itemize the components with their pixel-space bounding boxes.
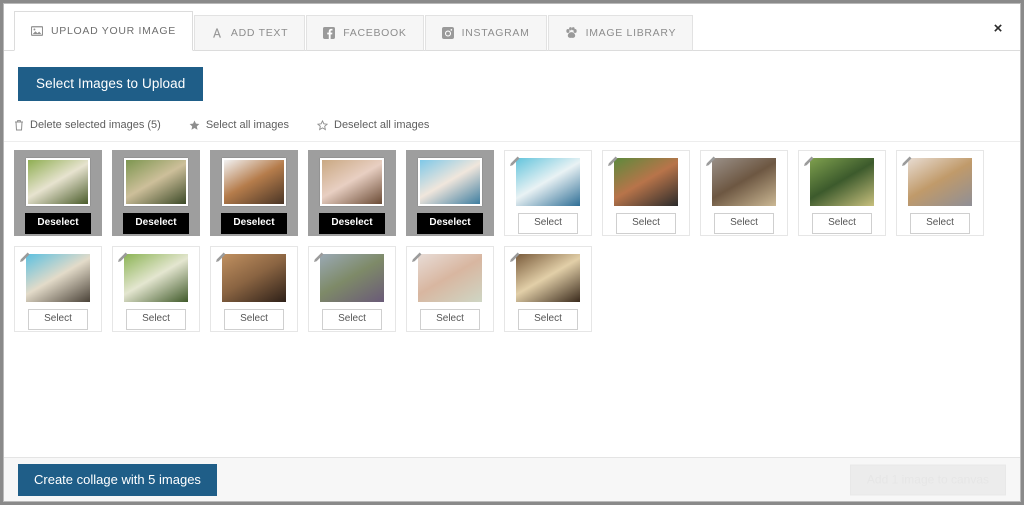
pencil-icon[interactable] — [214, 250, 228, 264]
select-images-to-upload-button[interactable]: Select Images to Upload — [18, 67, 203, 101]
image-card[interactable]: Select — [14, 246, 102, 332]
image-thumbnail — [320, 254, 384, 302]
star-filled-icon — [189, 120, 200, 131]
pencil-icon[interactable] — [900, 154, 914, 168]
image-card[interactable]: Deselect — [308, 150, 396, 236]
image-grid-container: Deselect Deselect Deselect Deselect Deselect… — [4, 142, 1020, 457]
image-card[interactable]: Select — [896, 150, 984, 236]
image-grid: Deselect Deselect Deselect Deselect Deselect… — [14, 150, 1020, 342]
image-thumbnail — [418, 254, 482, 302]
select-button[interactable]: Select — [910, 213, 970, 234]
select-all-images-action[interactable]: Select all images — [189, 119, 289, 131]
create-collage-button[interactable]: Create collage with 5 images — [18, 464, 217, 496]
tab-add-text[interactable]: ADD TEXT — [194, 15, 305, 51]
close-icon[interactable]: × — [988, 18, 1008, 38]
image-card[interactable]: Deselect — [210, 150, 298, 236]
tab-label: UPLOAD YOUR IMAGE — [51, 25, 176, 37]
facebook-icon — [323, 27, 335, 39]
text-a-icon — [211, 27, 223, 39]
image-card[interactable]: Select — [504, 150, 592, 236]
pencil-icon[interactable] — [704, 154, 718, 168]
image-thumbnail — [418, 158, 482, 206]
select-button[interactable]: Select — [420, 309, 480, 330]
upload-row: Select Images to Upload — [4, 51, 1020, 119]
image-thumbnail — [26, 158, 90, 206]
image-card[interactable]: Select — [406, 246, 494, 332]
image-icon — [31, 25, 43, 37]
image-card[interactable]: Select — [308, 246, 396, 332]
image-thumbnail — [124, 254, 188, 302]
image-card[interactable]: Deselect — [14, 150, 102, 236]
select-all-images-label: Select all images — [206, 119, 289, 131]
pencil-icon[interactable] — [802, 154, 816, 168]
deselect-all-images-action[interactable]: Deselect all images — [317, 119, 429, 131]
pencil-icon[interactable] — [116, 250, 130, 264]
select-button[interactable]: Select — [616, 213, 676, 234]
pencil-icon[interactable] — [606, 154, 620, 168]
tab-label: INSTAGRAM — [462, 27, 530, 39]
select-button[interactable]: Select — [812, 213, 872, 234]
paw-icon — [565, 27, 578, 39]
image-card[interactable]: Select — [504, 246, 592, 332]
image-card[interactable]: Select — [798, 150, 886, 236]
image-thumbnail — [320, 158, 384, 206]
select-button[interactable]: Select — [224, 309, 284, 330]
select-button[interactable]: Select — [322, 309, 382, 330]
image-thumbnail — [516, 254, 580, 302]
footer-bar: Create collage with 5 images Add 1 image… — [4, 457, 1020, 501]
deselect-all-images-label: Deselect all images — [334, 119, 429, 131]
pencil-icon[interactable] — [508, 154, 522, 168]
image-card[interactable]: Select — [210, 246, 298, 332]
image-thumbnail — [26, 254, 90, 302]
select-button[interactable]: Select — [126, 309, 186, 330]
tab-label: FACEBOOK — [343, 27, 406, 39]
tab-image-library[interactable]: IMAGE LIBRARY — [548, 15, 694, 51]
image-thumbnail — [908, 158, 972, 206]
image-card[interactable]: Select — [700, 150, 788, 236]
pencil-icon[interactable] — [18, 250, 32, 264]
select-button[interactable]: Select — [714, 213, 774, 234]
image-card[interactable]: Select — [112, 246, 200, 332]
instagram-icon — [442, 27, 454, 39]
tab-instagram[interactable]: INSTAGRAM — [425, 15, 547, 51]
image-card[interactable]: Select — [602, 150, 690, 236]
deselect-button[interactable]: Deselect — [417, 213, 482, 234]
image-thumbnail — [222, 254, 286, 302]
deselect-button[interactable]: Deselect — [123, 213, 188, 234]
add-image-to-canvas-button[interactable]: Add 1 image to canvas — [850, 464, 1006, 495]
trash-icon — [14, 119, 24, 131]
select-button[interactable]: Select — [518, 309, 578, 330]
image-thumbnail — [124, 158, 188, 206]
deselect-button[interactable]: Deselect — [221, 213, 286, 234]
selection-toolbar: Delete selected images (5) Select all im… — [4, 119, 1020, 142]
tab-label: ADD TEXT — [231, 27, 288, 39]
image-thumbnail — [712, 158, 776, 206]
tab-facebook[interactable]: FACEBOOK — [306, 15, 423, 51]
image-picker-dialog: UPLOAD YOUR IMAGE ADD TEXT FACEBOOK INSTAGR… — [3, 3, 1021, 502]
pencil-icon[interactable] — [312, 250, 326, 264]
deselect-button[interactable]: Deselect — [25, 213, 90, 234]
image-card[interactable]: Deselect — [112, 150, 200, 236]
select-button[interactable]: Select — [28, 309, 88, 330]
pencil-icon[interactable] — [508, 250, 522, 264]
deselect-button[interactable]: Deselect — [319, 213, 384, 234]
select-button[interactable]: Select — [518, 213, 578, 234]
tab-list: UPLOAD YOUR IMAGE ADD TEXT FACEBOOK INSTAGR… — [4, 4, 694, 51]
image-thumbnail — [614, 158, 678, 206]
tab-label: IMAGE LIBRARY — [586, 27, 677, 39]
tab-upload-your-image[interactable]: UPLOAD YOUR IMAGE — [14, 11, 193, 51]
delete-selected-images-action[interactable]: Delete selected images (5) — [14, 119, 161, 131]
delete-selected-images-label: Delete selected images (5) — [30, 119, 161, 131]
image-thumbnail — [222, 158, 286, 206]
image-thumbnail — [810, 158, 874, 206]
image-thumbnail — [516, 158, 580, 206]
pencil-icon[interactable] — [410, 250, 424, 264]
star-outline-icon — [317, 120, 328, 131]
tab-bar: UPLOAD YOUR IMAGE ADD TEXT FACEBOOK INSTAGR… — [4, 4, 1020, 51]
image-card[interactable]: Deselect — [406, 150, 494, 236]
